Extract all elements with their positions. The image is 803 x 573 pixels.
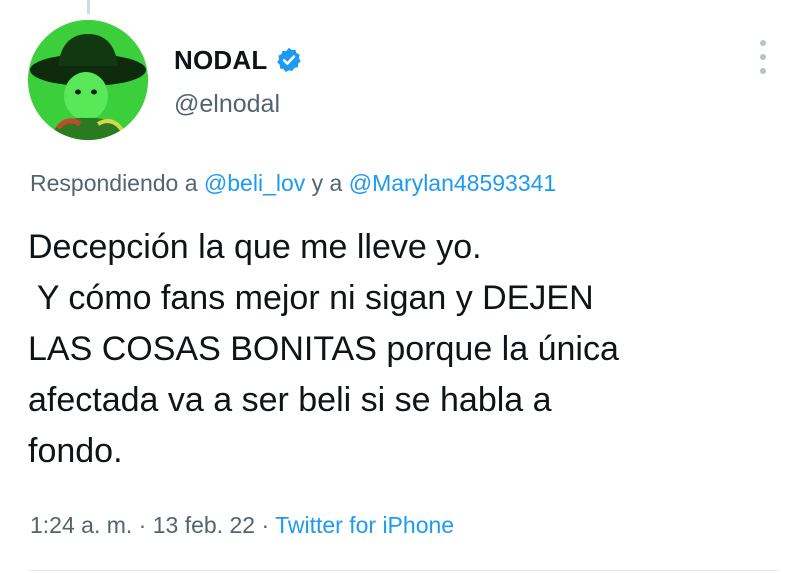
author-handle[interactable]: @elnodal	[174, 90, 280, 119]
tweet-text-line: Y cómo fans mejor ni sigan y DEJEN	[28, 279, 594, 317]
meta-separator: ·	[138, 512, 147, 538]
more-dot	[760, 40, 766, 46]
avatar-image	[28, 20, 148, 140]
avatar[interactable]	[28, 20, 148, 140]
tweet-source-link[interactable]: Twitter for iPhone	[275, 512, 454, 538]
divider	[28, 570, 779, 571]
replying-to-line: Respondiendo a @beli_lov y a @Marylan485…	[30, 170, 556, 197]
replying-to-prefix: Respondiendo a	[30, 170, 198, 196]
tweet-date[interactable]: 13 feb. 22	[153, 512, 255, 538]
mention-link-2[interactable]: @Marylan48593341	[349, 170, 556, 196]
replying-to-connector: y a	[311, 170, 343, 196]
meta-separator: ·	[261, 512, 270, 538]
tweet-meta: 1:24 a. m. · 13 feb. 22 · Twitter for iP…	[30, 512, 454, 539]
author-name-row[interactable]: NODAL	[174, 44, 303, 76]
tweet-text-line: afectada va a ser beli si se habla a	[28, 381, 552, 419]
tweet-text: Decepción la que me lleve yo. Y cómo fan…	[28, 222, 788, 477]
tweet-text-line: LAS COSAS BONITAS porque la única	[28, 330, 619, 368]
more-dot	[760, 68, 766, 74]
verified-badge-icon	[275, 46, 303, 74]
author-display-name[interactable]: NODAL	[174, 45, 267, 76]
more-vertical-icon[interactable]	[754, 40, 772, 74]
tweet-time[interactable]: 1:24 a. m.	[30, 512, 132, 538]
tweet-text-line: fondo.	[28, 432, 123, 470]
thread-connector-line	[87, 0, 90, 14]
mention-link-1[interactable]: @beli_lov	[204, 170, 305, 196]
more-dot	[760, 54, 766, 60]
tweet-text-line: Decepción la que me lleve yo.	[28, 228, 482, 266]
